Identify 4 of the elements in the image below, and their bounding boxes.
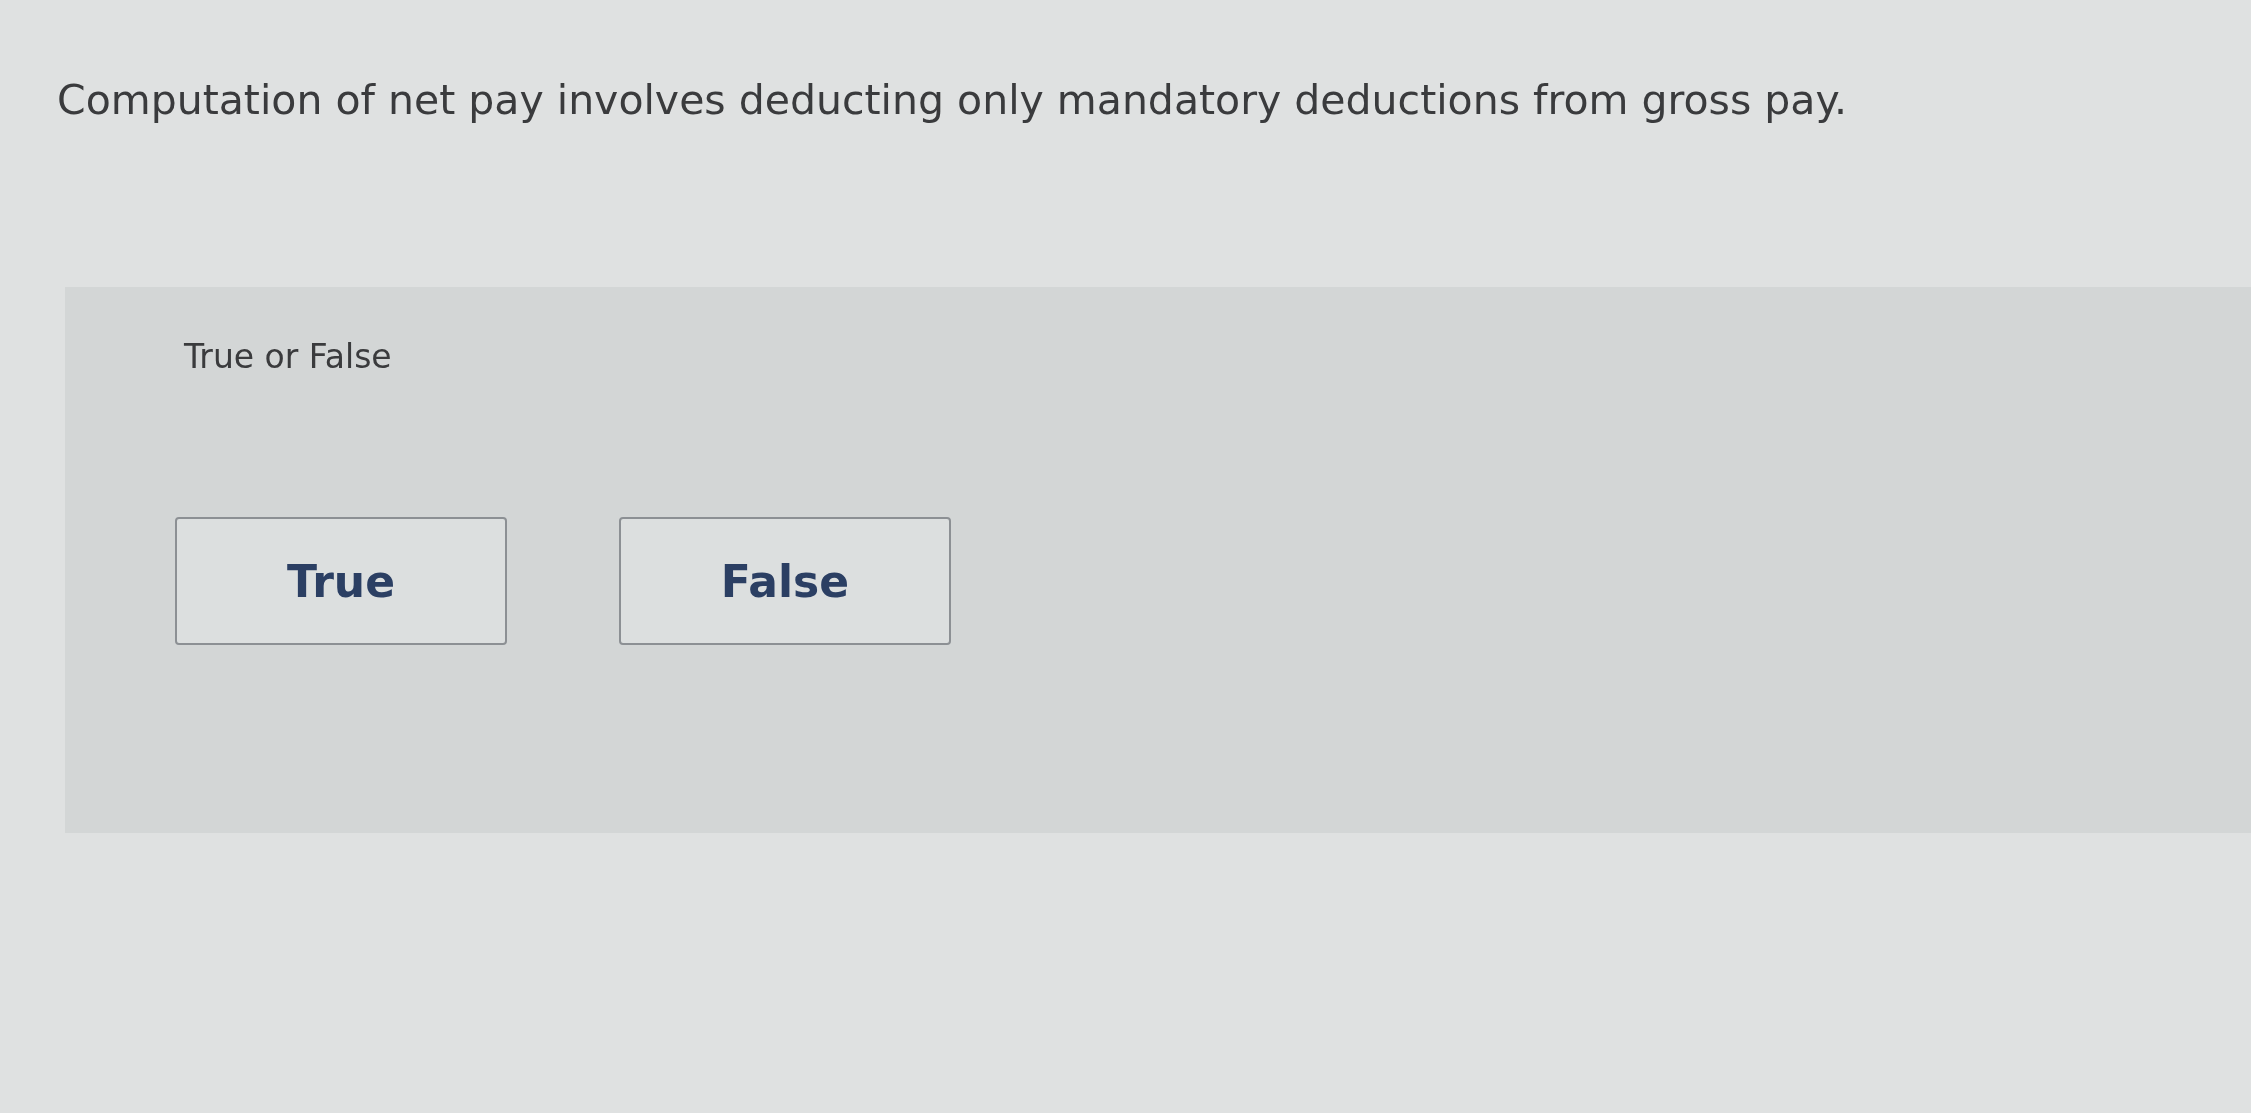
prompt-text: True or False: [184, 337, 392, 377]
answer-option-button[interactable]: False: [619, 517, 951, 645]
answer-option-button[interactable]: True: [175, 517, 507, 645]
question-text: Computation of net pay involves deducting only mandatory deductions from gross pay.: [57, 75, 1847, 126]
